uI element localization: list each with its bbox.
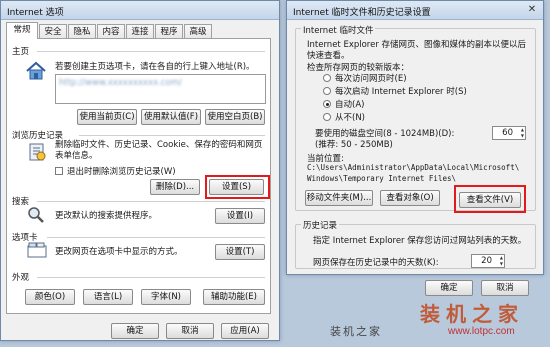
settings-cancel-button[interactable]: 取消 bbox=[481, 280, 529, 296]
highlight-box bbox=[205, 175, 270, 199]
watermark-logo: 装机之家 www.lotpc.com bbox=[390, 296, 542, 344]
search-description: 更改默认的搜索提供程序。 bbox=[55, 211, 158, 221]
languages-button[interactable]: 语言(L) bbox=[83, 289, 133, 305]
tab-advanced[interactable]: 高级 bbox=[184, 24, 212, 39]
accessibility-button[interactable]: 辅助功能(E) bbox=[203, 289, 265, 305]
history-days-spinner[interactable]: 20 bbox=[471, 254, 505, 268]
tab-privacy[interactable]: 隐私 bbox=[68, 24, 96, 39]
history-heading: 历史记录 bbox=[301, 219, 340, 231]
divider bbox=[79, 135, 265, 136]
watermark-brand-small: 装机之家 bbox=[330, 325, 382, 338]
temp-files-settings-window: Internet 临时文件和历史记录设置 ✕ Internet 临时文件 Int… bbox=[286, 0, 544, 275]
apply-button[interactable]: 应用(A) bbox=[221, 323, 269, 339]
current-location-path-2: Windows\Temporary Internet Files\ bbox=[307, 174, 457, 183]
magnifier-icon bbox=[27, 206, 45, 224]
title-bar[interactable]: Internet 选项 bbox=[1, 1, 279, 20]
tab-security[interactable]: 安全 bbox=[39, 24, 67, 39]
history-days-label: 网页保存在历史记录中的天数(K): bbox=[313, 258, 439, 268]
close-icon[interactable]: ✕ bbox=[525, 4, 539, 16]
home-page-heading: 主页 bbox=[12, 47, 30, 57]
disk-space-spinner[interactable]: 60 bbox=[492, 126, 526, 140]
ok-button[interactable]: 确定 bbox=[111, 323, 159, 339]
title-bar[interactable]: Internet 临时文件和历史记录设置 ✕ bbox=[287, 1, 543, 20]
radio-never[interactable] bbox=[323, 113, 331, 121]
tab-connections[interactable]: 连接 bbox=[126, 24, 154, 39]
radio-label: 自动(A) bbox=[335, 100, 365, 110]
appearance-heading: 外观 bbox=[12, 273, 30, 283]
home-page-url: http://www.xxxxxxxxxx.com/ bbox=[59, 78, 182, 88]
use-blank-button[interactable]: 使用空白页(B) bbox=[205, 109, 265, 125]
use-current-button[interactable]: 使用当前页(C) bbox=[77, 109, 137, 125]
divider bbox=[37, 277, 265, 278]
delete-on-exit-label: 退出时删除浏览历史记录(W) bbox=[67, 167, 176, 177]
cancel-button[interactable]: 取消 bbox=[166, 323, 214, 339]
history-description: 指定 Internet Explorer 保存您访问过网站列表的天数。 bbox=[313, 236, 527, 246]
radio-label: 从不(N) bbox=[335, 113, 365, 123]
history-icon bbox=[27, 142, 47, 162]
current-location-path-1: C:\Users\Administrator\AppData\Local\Mic… bbox=[307, 163, 520, 172]
history-description: 删除临时文件、历史记录、Cookie、保存的密码和网页表单信息。 bbox=[55, 140, 263, 161]
highlight-box bbox=[454, 185, 526, 213]
disk-space-recommended: (推荐: 50 - 250MB) bbox=[315, 140, 393, 150]
tabs-description: 更改网页在选项卡中显示的方式。 bbox=[55, 247, 183, 257]
tab-content[interactable]: 内容 bbox=[97, 24, 125, 39]
delete-history-button[interactable]: 删除(D)... bbox=[150, 179, 200, 195]
use-default-button[interactable]: 使用默认值(F) bbox=[141, 109, 201, 125]
window-title: Internet 临时文件和历史记录设置 bbox=[293, 8, 431, 18]
window-title: Internet 选项 bbox=[7, 8, 64, 18]
settings-ok-button[interactable]: 确定 bbox=[425, 280, 473, 296]
tab-programs[interactable]: 程序 bbox=[155, 24, 183, 39]
search-settings-button[interactable]: 设置(I) bbox=[215, 208, 265, 224]
watermark-brand: 装机之家 bbox=[420, 302, 524, 326]
fonts-button[interactable]: 字体(N) bbox=[141, 289, 191, 305]
radio-every-start[interactable] bbox=[323, 87, 331, 95]
home-icon bbox=[25, 61, 47, 81]
temp-files-description-2: 快速查看。 bbox=[307, 51, 350, 61]
radio-label: 每次启动 Internet Explorer 时(S) bbox=[335, 87, 467, 97]
radio-automatically[interactable] bbox=[323, 100, 331, 108]
radio-label: 每次访问网页时(E) bbox=[335, 74, 407, 84]
divider bbox=[37, 201, 265, 202]
home-page-description: 若要创建主页选项卡，请在各自的行上键入地址(R)。 bbox=[55, 62, 255, 72]
divider bbox=[37, 51, 265, 52]
temp-files-heading: Internet 临时文件 bbox=[301, 24, 376, 36]
tab-general[interactable]: 常规 bbox=[6, 22, 38, 39]
watermark-site: www.lotpc.com bbox=[448, 326, 515, 337]
general-tab-panel: 主页 若要创建主页选项卡，请在各自的行上键入地址(R)。 http://www.… bbox=[6, 38, 271, 314]
internet-options-window: Internet 选项 常规 安全 隐私 内容 连接 程序 高级 主页 若要创建… bbox=[0, 0, 280, 341]
tabs-settings-button[interactable]: 设置(T) bbox=[215, 244, 265, 260]
colors-button[interactable]: 颜色(O) bbox=[25, 289, 75, 305]
view-objects-button[interactable]: 查看对象(O) bbox=[380, 190, 440, 206]
move-folder-button[interactable]: 移动文件夹(M)... bbox=[305, 190, 373, 206]
delete-on-exit-checkbox[interactable] bbox=[55, 167, 63, 175]
tabs-icon bbox=[27, 242, 47, 258]
divider bbox=[47, 237, 265, 238]
home-page-url-field[interactable]: http://www.xxxxxxxxxx.com/ bbox=[55, 74, 266, 104]
radio-every-visit[interactable] bbox=[323, 74, 331, 82]
